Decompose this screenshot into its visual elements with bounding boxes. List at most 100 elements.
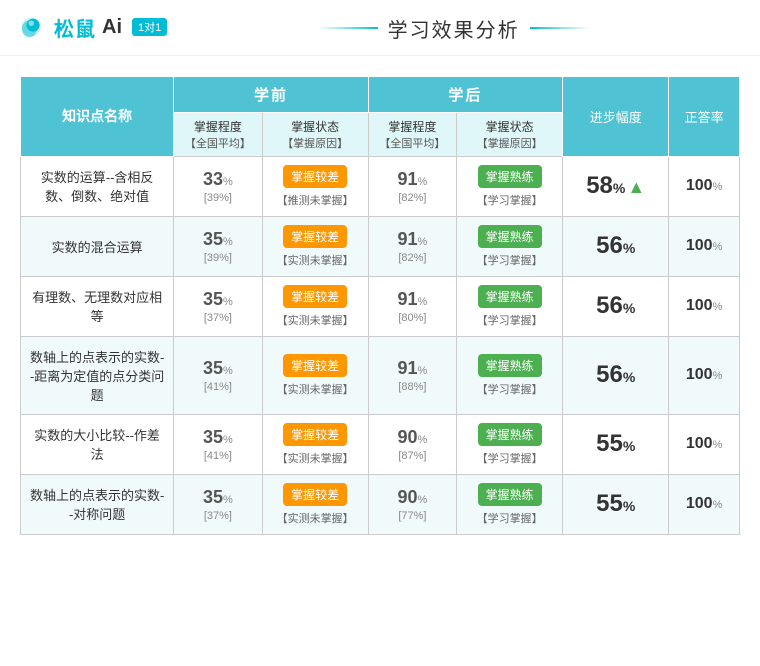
before-pct-unit: % bbox=[223, 236, 233, 248]
after-state-label: 掌握状态 bbox=[461, 118, 558, 135]
cell-after-pct: 91% [88%] bbox=[368, 336, 456, 414]
cell-name: 实数的混合运算 bbox=[21, 216, 174, 276]
before-reason: 【实测未掌握】 bbox=[267, 450, 364, 466]
progress-value: 56 bbox=[596, 361, 623, 388]
before-state-badge: 掌握较差 bbox=[283, 423, 347, 446]
analysis-table: 知识点名称 学前 学后 进步幅度 正答率 掌握程度 【全国平均】 掌握状态 【掌… bbox=[20, 76, 740, 535]
before-pct-unit: % bbox=[223, 365, 233, 377]
logo: 松鼠 Ai 1对1 bbox=[20, 13, 167, 42]
cell-name: 数轴上的点表示的实数--对称问题 bbox=[21, 474, 174, 534]
progress-pct-unit: % bbox=[623, 369, 635, 385]
after-avg-val: [80%] bbox=[373, 312, 452, 324]
before-pct-value: 35 bbox=[203, 487, 223, 507]
cell-before-state: 掌握较差 【实测未掌握】 bbox=[262, 276, 368, 336]
before-pct-value: 33 bbox=[203, 169, 223, 189]
page-title: 学习效果分析 bbox=[167, 12, 740, 43]
sub-header-after-state: 掌握状态 【掌握原因】 bbox=[457, 112, 563, 156]
after-reason: 【学习掌握】 bbox=[461, 312, 558, 328]
cell-after-state: 掌握熟练 【学习掌握】 bbox=[457, 276, 563, 336]
before-avg-val: [41%] bbox=[178, 450, 257, 462]
before-pct-value: 35 bbox=[203, 358, 223, 378]
after-reason: 【学习掌握】 bbox=[461, 192, 558, 208]
cell-after-state: 掌握熟练 【学习掌握】 bbox=[457, 474, 563, 534]
cell-after-pct: 90% [77%] bbox=[368, 474, 456, 534]
cell-after-pct: 91% [82%] bbox=[368, 216, 456, 276]
cell-after-pct: 91% [82%] bbox=[368, 156, 456, 216]
table-body: 实数的运算--含相反数、倒数、绝对值 33% [39%] 掌握较差 【推测未掌握… bbox=[21, 156, 740, 534]
after-degree-label: 掌握程度 bbox=[373, 118, 452, 135]
before-pct-unit: % bbox=[223, 176, 233, 188]
cell-before-pct: 35% [37%] bbox=[174, 276, 262, 336]
title-left-line bbox=[318, 27, 378, 29]
cell-after-pct: 91% [80%] bbox=[368, 276, 456, 336]
before-avg-val: [41%] bbox=[178, 381, 257, 393]
before-degree-sub: 【全国平均】 bbox=[178, 135, 257, 151]
before-state-badge: 掌握较差 bbox=[283, 483, 347, 506]
before-state-badge: 掌握较差 bbox=[283, 225, 347, 248]
after-pct-value: 91 bbox=[397, 169, 417, 189]
after-state-badge: 掌握熟练 bbox=[478, 354, 542, 377]
col-header-progress: 进步幅度 bbox=[563, 76, 669, 156]
after-reason: 【学习掌握】 bbox=[461, 510, 558, 526]
cell-before-state: 掌握较差 【实测未掌握】 bbox=[262, 336, 368, 414]
after-reason: 【学习掌握】 bbox=[461, 381, 558, 397]
correct-value: 100 bbox=[686, 177, 713, 194]
cell-before-pct: 35% [41%] bbox=[174, 414, 262, 474]
cell-progress: 56% bbox=[563, 276, 669, 336]
cell-after-state: 掌握熟练 【学习掌握】 bbox=[457, 336, 563, 414]
after-reason: 【学习掌握】 bbox=[461, 252, 558, 268]
sub-header-before-state: 掌握状态 【掌握原因】 bbox=[262, 112, 368, 156]
before-pct-unit: % bbox=[223, 434, 233, 446]
title-right-line bbox=[530, 27, 590, 29]
sub-header-before-degree: 掌握程度 【全国平均】 bbox=[174, 112, 262, 156]
before-reason: 【实测未掌握】 bbox=[267, 510, 364, 526]
cell-progress: 56% bbox=[563, 336, 669, 414]
after-avg-val: [82%] bbox=[373, 252, 452, 264]
cell-name: 实数的运算--含相反数、倒数、绝对值 bbox=[21, 156, 174, 216]
progress-value: 58 bbox=[586, 172, 613, 199]
cell-before-state: 掌握较差 【推测未掌握】 bbox=[262, 156, 368, 216]
cell-before-state: 掌握较差 【实测未掌握】 bbox=[262, 474, 368, 534]
cell-correct: 100% bbox=[669, 336, 740, 414]
cell-after-pct: 90% [87%] bbox=[368, 414, 456, 474]
before-state-badge: 掌握较差 bbox=[283, 285, 347, 308]
before-degree-label: 掌握程度 bbox=[178, 118, 257, 135]
progress-value: 55 bbox=[596, 490, 623, 517]
before-state-badge: 掌握较差 bbox=[283, 354, 347, 377]
before-reason: 【实测未掌握】 bbox=[267, 252, 364, 268]
table-row: 实数的大小比较--作差法 35% [41%] 掌握较差 【实测未掌握】 90% … bbox=[21, 414, 740, 474]
before-state-label: 掌握状态 bbox=[267, 118, 364, 135]
after-avg-val: [87%] bbox=[373, 450, 452, 462]
before-pct-value: 35 bbox=[203, 427, 223, 447]
correct-pct-unit: % bbox=[713, 370, 723, 382]
col-header-correct: 正答率 bbox=[669, 76, 740, 156]
cell-before-state: 掌握较差 【实测未掌握】 bbox=[262, 216, 368, 276]
progress-arrow-icon: ▲ bbox=[627, 177, 645, 197]
progress-pct-unit: % bbox=[613, 180, 625, 196]
progress-value: 55 bbox=[596, 430, 623, 457]
correct-pct-unit: % bbox=[713, 301, 723, 313]
after-pct-unit: % bbox=[418, 176, 428, 188]
after-pct-value: 91 bbox=[397, 358, 417, 378]
logo-ai-text: Ai bbox=[102, 16, 122, 39]
before-reason: 【实测未掌握】 bbox=[267, 381, 364, 397]
table-row: 数轴上的点表示的实数--距离为定值的点分类问题 35% [41%] 掌握较差 【… bbox=[21, 336, 740, 414]
after-pct-unit: % bbox=[418, 236, 428, 248]
cell-name: 实数的大小比较--作差法 bbox=[21, 414, 174, 474]
col-header-name: 知识点名称 bbox=[21, 76, 174, 156]
after-pct-value: 91 bbox=[397, 289, 417, 309]
cell-correct: 100% bbox=[669, 216, 740, 276]
correct-value: 100 bbox=[686, 237, 713, 254]
after-pct-unit: % bbox=[418, 434, 428, 446]
after-state-sub: 【掌握原因】 bbox=[461, 135, 558, 151]
before-reason: 【推测未掌握】 bbox=[267, 192, 364, 208]
progress-pct-unit: % bbox=[623, 240, 635, 256]
correct-pct-unit: % bbox=[713, 439, 723, 451]
cell-before-state: 掌握较差 【实测未掌握】 bbox=[262, 414, 368, 474]
correct-pct-unit: % bbox=[713, 241, 723, 253]
title-decoration: 学习效果分析 bbox=[318, 14, 590, 43]
progress-value: 56 bbox=[596, 292, 623, 319]
cell-correct: 100% bbox=[669, 276, 740, 336]
cell-correct: 100% bbox=[669, 156, 740, 216]
table-row: 实数的混合运算 35% [39%] 掌握较差 【实测未掌握】 91% [82%]… bbox=[21, 216, 740, 276]
